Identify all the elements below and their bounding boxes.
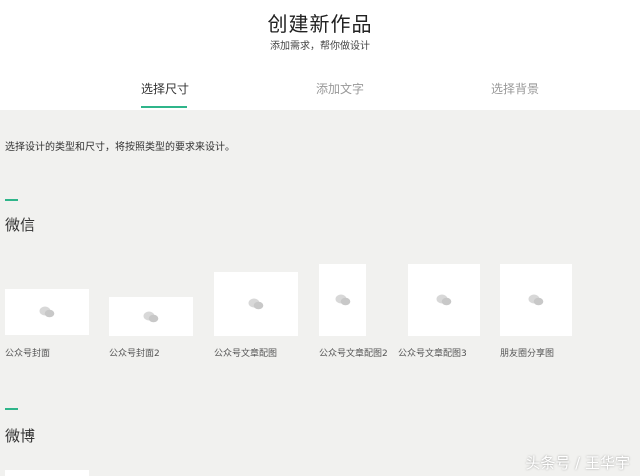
section-accent-bar xyxy=(5,199,18,201)
step-tabs: 选择尺寸 添加文字 选择背景 xyxy=(0,80,640,110)
wechat-icon xyxy=(39,306,55,318)
card-label: 公众号文章配图2 xyxy=(319,349,388,359)
card-wechat-cover-2[interactable] xyxy=(109,297,193,336)
wechat-icon xyxy=(528,294,544,306)
card-label: 公众号封面 xyxy=(5,349,51,359)
card-wechat-article-image-3[interactable] xyxy=(408,264,480,336)
tab-select-size[interactable]: 选择尺寸 xyxy=(105,80,225,97)
tab-select-background[interactable]: 选择背景 xyxy=(455,80,575,97)
wechat-icon xyxy=(335,294,350,306)
card-weibo-partial[interactable] xyxy=(5,470,89,476)
intro-text: 选择设计的类型和尺寸，将按照类型的要求来设计。 xyxy=(5,142,235,153)
watermark: 头条号 / 王华宇 xyxy=(525,454,630,472)
wechat-icon xyxy=(248,298,264,310)
card-label: 朋友圈分享图 xyxy=(500,349,555,359)
card-moments-share-image[interactable] xyxy=(500,264,572,336)
page-subtitle: 添加需求，帮你做设计 xyxy=(270,41,370,52)
section-title-wechat: 微信 xyxy=(5,216,36,234)
wechat-icon xyxy=(436,294,452,306)
wechat-icon xyxy=(143,311,159,322)
page-title: 创建新作品 xyxy=(267,12,373,36)
card-label: 公众号封面2 xyxy=(109,349,160,359)
section-title-weibo: 微博 xyxy=(5,427,36,445)
card-label: 公众号文章配图 xyxy=(214,349,278,359)
card-wechat-cover[interactable] xyxy=(5,289,89,335)
tab-add-text[interactable]: 添加文字 xyxy=(280,80,400,97)
card-wechat-article-image-2[interactable] xyxy=(319,264,366,336)
section-accent-bar xyxy=(5,408,18,410)
active-tab-indicator xyxy=(141,106,187,108)
card-label: 公众号文章配图3 xyxy=(398,349,467,359)
page-header: 创建新作品 添加需求，帮你做设计 选择尺寸 添加文字 选择背景 xyxy=(0,0,640,110)
card-wechat-article-image[interactable] xyxy=(214,272,298,336)
